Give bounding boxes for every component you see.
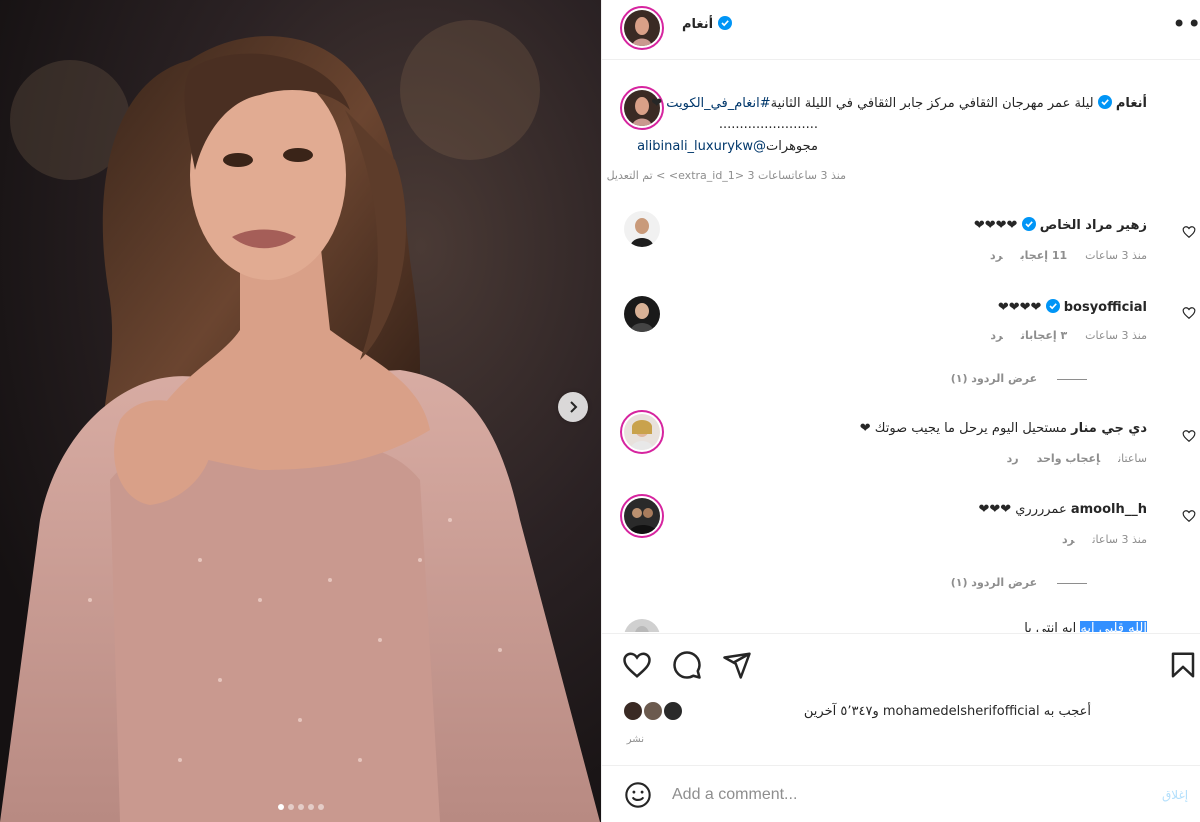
owner-username[interactable]: أنغام	[682, 16, 732, 32]
emoji-icon[interactable]	[624, 781, 652, 809]
carousel-dot	[287, 804, 294, 810]
comment-2-reply[interactable]: رد	[990, 329, 1003, 342]
comment-1-time: منذ 3 ساعات	[1085, 249, 1147, 262]
comment-3-username[interactable]: دي جي منار	[1071, 421, 1147, 436]
verified-icon	[1021, 217, 1036, 231]
carousel-dot	[307, 804, 314, 810]
bookmark-icon[interactable]	[1168, 650, 1198, 680]
comment-3-likes[interactable]: إعجاب واحد	[1037, 452, 1100, 465]
comment-input[interactable]	[672, 782, 1142, 808]
comment-1-body: ❤❤❤❤	[973, 218, 1018, 233]
share-icon[interactable]	[722, 650, 752, 680]
caption-heart: ❤	[651, 96, 663, 111]
likes-count[interactable]: أعجب به mohamedelsherifofficial و٥٬٣٤٧ آ…	[804, 704, 1091, 719]
commenter-avatar[interactable]	[624, 619, 660, 632]
caption-username[interactable]: أنغام	[1116, 96, 1147, 111]
comment-3-reply[interactable]: رد	[1007, 452, 1019, 465]
more-options-button[interactable]: •••	[1172, 12, 1200, 36]
carousel-dot	[297, 804, 304, 810]
comment-1-reply[interactable]: رد	[990, 249, 1003, 262]
commenter-avatar[interactable]	[624, 211, 660, 247]
comment-1-likes[interactable]: 11 إعجاب	[1021, 249, 1068, 262]
comment-2-body: ❤❤❤❤	[997, 300, 1042, 315]
post-photo	[0, 0, 601, 822]
next-slide-button[interactable]	[558, 392, 588, 422]
comment-4-username[interactable]: amoolh__h	[1071, 502, 1147, 517]
comment-4-time: منذ 3 ساعات	[1092, 533, 1147, 546]
post-media[interactable]	[0, 0, 601, 822]
post-comment-button[interactable]: إغلاق	[1162, 788, 1188, 802]
view-replies-label: عرض الردود (١)	[950, 372, 1038, 385]
comments-list[interactable]: أنغام ليلة عمر مهرجان الثقافي مركز جابر …	[602, 61, 1200, 632]
commenter-avatar[interactable]	[620, 410, 664, 454]
like-comment-icon[interactable]	[1182, 225, 1196, 239]
partial-comment-highlight: الله قلبي ايه	[1080, 621, 1147, 632]
comment-4-text: amoolh__h عمرررري ❤❤❤	[978, 502, 1147, 517]
like-comment-icon[interactable]	[1182, 509, 1196, 523]
comment-4-meta: منذ 3 ساعات رد	[1044, 533, 1147, 546]
comment-1-text: زهير مراد الخاص ❤❤❤❤	[974, 217, 1147, 233]
likes-row: أعجب به mohamedelsherifofficial و٥٬٣٤٧ آ…	[602, 696, 1200, 726]
post-panel: أنغام ••• أنغام ليلة عمر مهرجان الثقافي …	[601, 0, 1200, 822]
caption-jewelry-line: مجوهرات@alibinali_luxurykw	[637, 139, 818, 154]
comment-2-likes[interactable]: ٣ إعجابات	[1021, 329, 1067, 342]
post-header: أنغام •••	[602, 0, 1200, 60]
carousel-dot	[317, 804, 324, 810]
partial-comment-text: الله قلبي ايه ايه انتي يا	[1024, 621, 1147, 632]
like-comment-icon[interactable]	[1182, 429, 1196, 443]
view-replies-button[interactable]: عرض الردود (١)	[951, 576, 1087, 589]
owner-avatar[interactable]	[620, 6, 664, 50]
partial-comment-body: ايه انتي يا	[1024, 621, 1077, 632]
jewelry-label: مجوهرات	[766, 139, 818, 154]
chevron-right-icon	[570, 401, 578, 413]
comment-1-username[interactable]: زهير مراد الخاص	[1040, 218, 1147, 233]
comment-3-time: ساعتان	[1118, 452, 1147, 465]
like-comment-icon[interactable]	[1182, 306, 1196, 320]
verified-icon	[717, 16, 732, 30]
commenter-avatar[interactable]	[624, 296, 660, 332]
comment-4-body: عمرررري ❤❤❤	[978, 502, 1067, 517]
add-comment-row: إغلاق	[602, 765, 1200, 822]
verified-icon	[1097, 95, 1112, 109]
caption-text: أنغام ليلة عمر مهرجان الثقافي مركز جابر …	[651, 95, 1147, 111]
carousel-dots	[0, 804, 601, 810]
comment-3-text: دي جي منار مستحيل اليوم يرحل ما يجيب صوت…	[860, 421, 1147, 436]
commenter-avatar[interactable]	[620, 494, 664, 538]
view-replies-button[interactable]: عرض الردود (١)	[951, 372, 1087, 385]
carousel-dot	[277, 804, 284, 810]
comment-3-body: مستحيل اليوم يرحل ما يجيب صوتك ❤	[859, 421, 1067, 436]
caption-dots: ........................	[718, 117, 818, 132]
mention-link[interactable]: @alibinali_luxurykw	[637, 139, 766, 154]
comment-1-meta: منذ 3 ساعات 11 إعجاب رد	[972, 249, 1147, 262]
caption-body: ليلة عمر مهرجان الثقافي مركز جابر الثقاف…	[770, 96, 1094, 111]
verified-icon	[1045, 299, 1060, 313]
replies-divider	[1057, 582, 1087, 584]
comment-3-meta: ساعتان إعجاب واحد رد	[989, 452, 1147, 465]
share-label[interactable]: نشر	[627, 734, 644, 745]
post-actions	[602, 633, 1200, 695]
like-icon[interactable]	[622, 650, 652, 680]
comment-2-username[interactable]: bosyofficial	[1064, 300, 1147, 315]
comment-2-time: منذ 3 ساعات	[1085, 329, 1147, 342]
comment-2-meta: منذ 3 ساعات ٣ إعجابات رد	[972, 329, 1147, 342]
caption-meta: منذ 3 ساعاتساعات 3 <extra_id_1> > تم الت…	[606, 169, 846, 182]
caption-hashtag[interactable]: #انغام_في_الكويت	[666, 96, 770, 111]
comment-4-reply[interactable]: رد	[1062, 533, 1075, 546]
comment-2-text: bosyofficial ❤❤❤❤	[998, 299, 1147, 315]
likers-avatars[interactable]	[622, 700, 692, 722]
view-replies-label: عرض الردود (١)	[950, 576, 1038, 589]
replies-divider	[1057, 378, 1087, 380]
comment-icon[interactable]	[672, 650, 702, 680]
